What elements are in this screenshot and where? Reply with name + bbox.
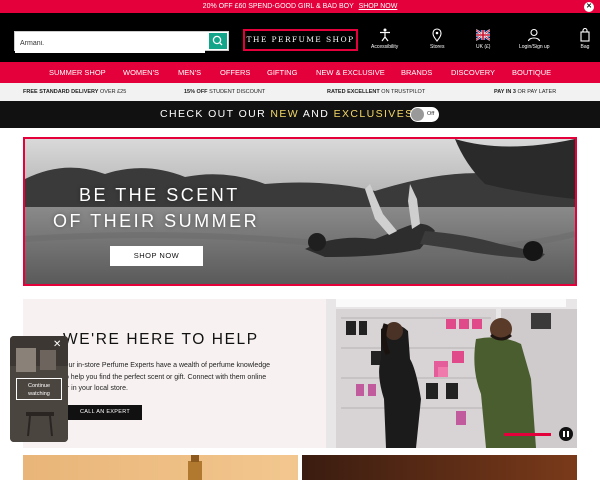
bag-label: Bag [580,44,590,50]
promo-text: 20% OFF £60 SPEND-GOOD GIRL & BAD BOY [202,3,354,10]
site-logo[interactable]: THE PERFUME SHOP [243,29,358,51]
nav-item-gifting[interactable]: GIFTING [267,62,297,83]
accessibility-button[interactable]: Accessibility [371,28,398,50]
hero-title-line1: BE THE SCENT [79,185,240,205]
stores-button[interactable]: Stores [430,28,444,50]
promo-shop-now-link[interactable]: SHOP NOW [359,3,398,10]
search-bar [14,31,229,53]
call-expert-button[interactable]: CALL AN EXPERT [68,405,142,420]
nav-item-new-exclusive[interactable]: NEW & EXCLUSIVE [316,62,385,83]
watching-label: watching [28,391,50,397]
help-photo [326,299,577,448]
bag-button[interactable]: Bag [580,28,590,50]
toggle-label: Off [427,111,435,117]
exclusives-text: CHECK OUT OUR NEW AND EXCLUSIVES [160,108,414,120]
user-icon [528,28,541,42]
toggle-knob [411,108,424,121]
store-photo [326,299,577,448]
currency-button[interactable]: UK (£) [476,28,490,50]
promo-tiles [23,455,577,480]
hero-shop-now-button[interactable]: SHOP NOW [110,246,203,266]
login-label: Login/Sign up [519,44,550,50]
usp-pay-in-3[interactable]: PAY IN 3 OR PAY LATER [494,83,556,101]
nav-item-discovery[interactable]: DISCOVERY [451,62,495,83]
usp-trustpilot[interactable]: RATED EXCELLENT ON TRUSTPILOT [327,83,425,101]
usp-strip: FREE STANDARD DELIVERY OVER £25 15% OFF … [0,83,600,101]
help-body: Our in-store Perfume Experts have a weal… [63,362,270,392]
nav-item-womens[interactable]: WOMEN'S [123,62,159,83]
search-input[interactable] [15,34,205,53]
stores-pin-icon [432,28,442,42]
uk-flag-icon [476,29,491,41]
hero-banner[interactable]: BE THE SCENT OF THEIR SUMMER SHOP NOW [23,137,577,286]
nav-item-brands[interactable]: BRANDS [401,62,432,83]
close-icon[interactable]: ✕ [584,2,594,12]
accessibility-label: Accessibility [371,44,399,50]
nav-item-offers[interactable]: OFFERS [220,62,250,83]
bag-icon [580,28,590,42]
floating-video[interactable]: ✕ Continue watching [10,336,68,442]
main-nav: SUMMER SHOP WOMEN'S MEN'S OFFERS GIFTING… [0,62,600,83]
search-button[interactable] [209,33,227,49]
nav-item-summer-shop[interactable]: SUMMER SHOP [49,62,106,83]
nav-item-mens[interactable]: MEN'S [178,62,201,83]
accessibility-icon [379,28,390,42]
promo-bar: 20% OFF £60 SPEND-GOOD GIRL & BAD BOY SH… [0,0,600,13]
nav-item-boutique[interactable]: BOUTIQUE [512,62,551,83]
usp-student-discount[interactable]: 15% OFF STUDENT DISCOUNT [184,83,265,101]
stores-label: Stores [430,44,445,50]
close-icon[interactable]: ✕ [53,339,61,350]
help-heading: WE'RE HERE TO HELP [63,331,259,348]
exclusives-bar: CHECK OUT OUR NEW AND EXCLUSIVES [0,101,600,128]
hero-title-line2: OF THEIR SUMMER [53,211,260,231]
usp-delivery[interactable]: FREE STANDARD DELIVERY OVER £25 [23,83,126,101]
exclusives-toggle[interactable]: Off [410,107,439,122]
login-button[interactable]: Login/Sign up [519,28,550,50]
continue-label: Continue [27,383,51,389]
continue-watching-button[interactable]: Continue watching [16,378,62,400]
currency-label: UK (£) [476,44,491,50]
pause-icon[interactable] [559,427,573,441]
search-icon [212,35,223,46]
help-section: WE'RE HERE TO HELP Our in-store Perfume … [23,299,577,448]
promo-tiles-image [23,455,577,480]
site-header: THE PERFUME SHOP Accessibility Stores UK… [0,13,600,62]
